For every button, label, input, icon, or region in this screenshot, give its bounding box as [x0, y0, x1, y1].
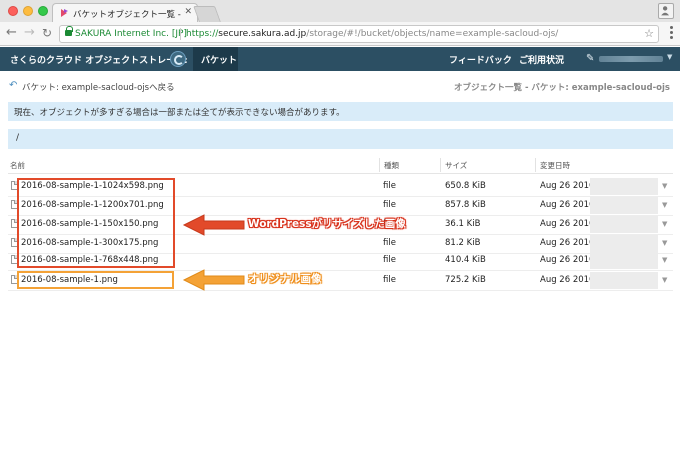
browser-tab-title: バケットオブジェクト一覧 - さく: [73, 10, 185, 20]
blurred-time: [590, 216, 658, 233]
table-header: 名前 種類 サイズ 変更日時: [8, 158, 673, 172]
original-image-highlight: [17, 271, 174, 289]
file-date: Aug 26 2016: [540, 181, 595, 191]
file-date: Aug 26 2016: [540, 275, 595, 285]
file-date: Aug 26 2016: [540, 238, 595, 248]
zoom-window-button[interactable]: [38, 6, 48, 16]
file-date: Aug 26 2016: [540, 219, 595, 229]
back-link-arrow-icon[interactable]: ↶: [9, 80, 17, 91]
annotation-resized-label: WordPressがリサイズした画像: [248, 218, 406, 230]
resized-images-highlight: [17, 178, 175, 268]
file-size: 650.8 KiB: [445, 181, 486, 191]
browser-menu-icon[interactable]: [670, 26, 674, 41]
nav-feedback-link[interactable]: フィードバック: [449, 53, 512, 66]
blurred-time: [590, 252, 658, 269]
refresh-icon[interactable]: [170, 51, 186, 67]
red-arrow-icon: [182, 214, 245, 236]
col-type-header[interactable]: 種類: [384, 160, 399, 171]
user-menu-blurred[interactable]: [599, 56, 663, 62]
file-type: file: [383, 275, 396, 285]
bookmark-star-icon[interactable]: ☆: [644, 27, 654, 40]
url-text[interactable]: https://secure.sakura.ad.jp/storage/#!/b…: [186, 29, 558, 39]
orange-arrow-icon: [182, 269, 245, 291]
file-type: file: [383, 181, 396, 191]
profile-icon[interactable]: [658, 3, 674, 19]
sakura-favicon-icon: [61, 9, 68, 17]
file-size: 410.4 KiB: [445, 255, 486, 265]
browser-tab[interactable]: バケットオブジェクト一覧 - さく ✕: [52, 3, 198, 22]
file-size: 857.8 KiB: [445, 200, 486, 210]
annotation-original-label: オリジナル画像: [248, 273, 322, 285]
col-modified-header[interactable]: 変更日時: [540, 160, 570, 171]
url-host: secure.sakura.ad.jp: [218, 29, 307, 39]
row-menu-chevron-icon[interactable]: ▼: [662, 256, 667, 264]
file-size: 81.2 KiB: [445, 238, 481, 248]
file-type: file: [383, 238, 396, 248]
minimize-window-button[interactable]: [23, 6, 33, 16]
blurred-time: [590, 178, 658, 195]
blurred-time: [590, 235, 658, 252]
url-separator: [180, 28, 181, 40]
close-window-button[interactable]: [8, 6, 18, 16]
security-label: SAKURA Internet Inc. [JP]: [75, 29, 187, 39]
col-separator: [535, 158, 536, 172]
back-to-bucket-link[interactable]: バケット: example-sacloud-ojsへ戻る: [22, 81, 175, 93]
col-separator: [440, 158, 441, 172]
url-path: /storage/#!/bucket/objects/name=example-…: [306, 29, 559, 39]
reload-icon[interactable]: ↻: [42, 26, 52, 40]
forward-arrow-icon[interactable]: →: [24, 26, 35, 40]
col-name-header[interactable]: 名前: [10, 160, 25, 171]
blurred-time: [590, 197, 658, 214]
new-tab-button[interactable]: [193, 6, 221, 22]
col-size-header[interactable]: サイズ: [445, 160, 467, 171]
current-path: /: [16, 133, 20, 143]
nav-usage-link[interactable]: ご利用状況: [519, 53, 564, 66]
file-type: file: [383, 200, 396, 210]
app-title[interactable]: さくらのクラウド オブジェクトストレージ:: [10, 53, 188, 66]
row-menu-chevron-icon[interactable]: ▼: [662, 201, 667, 209]
address-bar[interactable]: SAKURA Internet Inc. [JP] https://secure…: [59, 25, 659, 43]
file-date: Aug 26 2016: [540, 255, 595, 265]
file-date: Aug 26 2016: [540, 200, 595, 210]
header-divider: [8, 173, 673, 174]
chevron-down-icon[interactable]: ▼: [667, 53, 672, 61]
back-arrow-icon[interactable]: ←: [6, 26, 17, 40]
file-size: 36.1 KiB: [445, 219, 481, 229]
app-navbar: さくらのクラウド オブジェクトストレージ: バケット フィードバック ご利用状況…: [0, 47, 680, 71]
breadcrumb: ↶ バケット: example-sacloud-ojsへ戻る オブジェクト一覧 …: [0, 80, 680, 94]
path-bar: /: [8, 129, 673, 149]
row-menu-chevron-icon[interactable]: ▼: [662, 276, 667, 284]
row-menu-chevron-icon[interactable]: ▼: [662, 220, 667, 228]
pencil-icon[interactable]: ✎: [586, 53, 594, 64]
notice-text: 現在、オブジェクトが多すぎる場合は一部または全てが表示できない場合があります。: [14, 108, 345, 118]
nav-bucket-tab[interactable]: バケット: [193, 47, 238, 71]
page-title: オブジェクト一覧 - バケット: example-sacloud-ojs: [453, 83, 670, 93]
blurred-time: [590, 272, 658, 289]
row-menu-chevron-icon[interactable]: ▼: [662, 182, 667, 190]
nav-bucket-label: バケット: [201, 56, 238, 66]
file-type: file: [383, 255, 396, 265]
file-size: 725.2 KiB: [445, 275, 486, 285]
row-divider: [8, 290, 673, 291]
browser-tab-strip: バケットオブジェクト一覧 - さく ✕: [0, 0, 680, 22]
browser-toolbar: ← → ↻ SAKURA Internet Inc. [JP] https://…: [0, 22, 680, 46]
url-scheme: https://: [186, 29, 219, 39]
col-separator: [379, 158, 380, 172]
person-icon: [661, 6, 670, 16]
row-menu-chevron-icon[interactable]: ▼: [662, 239, 667, 247]
lock-icon: [65, 26, 73, 36]
notice-banner: 現在、オブジェクトが多すぎる場合は一部または全てが表示できない場合があります。: [8, 102, 673, 121]
tab-close-icon[interactable]: ✕: [184, 7, 192, 17]
